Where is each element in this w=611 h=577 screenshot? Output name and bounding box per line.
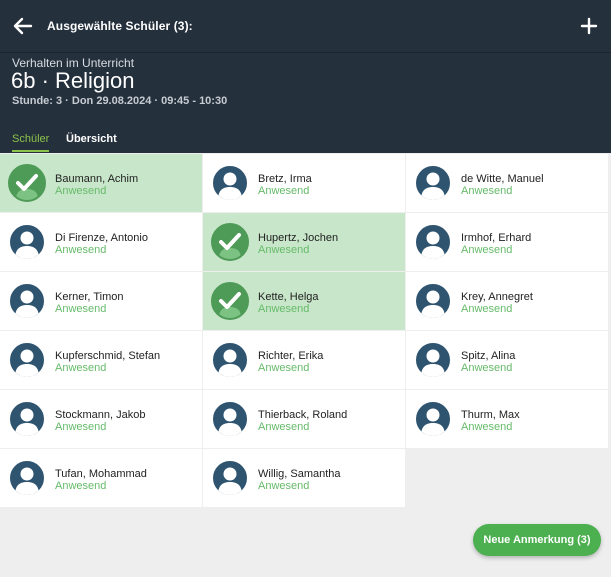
- top-app-bar: Ausgewählte Schüler (3):: [0, 0, 611, 52]
- person-avatar-icon: [414, 341, 452, 379]
- student-card[interactable]: Kette, Helga Anwesend: [203, 272, 405, 330]
- person-avatar-icon: [211, 341, 249, 379]
- student-name: Bretz, Irma: [258, 173, 312, 185]
- student-card[interactable]: Tufan, Mohammad Anwesend: [0, 449, 202, 507]
- attendance-status: Anwesend: [461, 362, 513, 374]
- person-avatar-icon: [8, 400, 46, 438]
- student-card[interactable]: Krey, Annegret Anwesend: [406, 272, 608, 330]
- student-card[interactable]: Kupferschmid, Stefan Anwesend: [0, 331, 202, 389]
- student-name: Stockmann, Jakob: [55, 409, 146, 421]
- attendance-status: Anwesend: [258, 362, 310, 374]
- student-name: Di Firenze, Antonio: [55, 232, 148, 244]
- attendance-status: Anwesend: [258, 303, 310, 315]
- student-name: Kerner, Timon: [55, 291, 124, 303]
- student-card[interactable]: Spitz, Alina Anwesend: [406, 331, 608, 389]
- back-arrow-icon[interactable]: [12, 15, 34, 37]
- plus-icon[interactable]: [579, 16, 599, 36]
- student-card[interactable]: Thurm, Max Anwesend: [406, 390, 608, 448]
- person-avatar-icon: [414, 400, 452, 438]
- student-card[interactable]: de Witte, Manuel Anwesend: [406, 154, 608, 212]
- student-name: Richter, Erika: [258, 350, 324, 362]
- tab-uebersicht[interactable]: Übersicht: [66, 133, 117, 150]
- student-name: de Witte, Manuel: [461, 173, 544, 185]
- lesson-header: Verhalten im Unterricht 6b · Religion St…: [0, 52, 611, 153]
- student-name: Kette, Helga: [258, 291, 319, 303]
- check-icon: [211, 282, 249, 320]
- attendance-status: Anwesend: [258, 185, 310, 197]
- attendance-status: Anwesend: [461, 303, 513, 315]
- student-name: Baumann, Achim: [55, 173, 139, 185]
- attendance-status: Anwesend: [461, 244, 513, 256]
- student-name: Hupertz, Jochen: [258, 232, 339, 244]
- selection-title: Ausgewählte Schüler (3):: [47, 19, 193, 33]
- student-card[interactable]: Stockmann, Jakob Anwesend: [0, 390, 202, 448]
- attendance-status: Anwesend: [55, 303, 107, 315]
- person-avatar-icon: [414, 164, 452, 202]
- attendance-status: Anwesend: [55, 185, 107, 197]
- attendance-status: Anwesend: [258, 244, 310, 256]
- person-avatar-icon: [414, 223, 452, 261]
- student-card[interactable]: Kerner, Timon Anwesend: [0, 272, 202, 330]
- attendance-status: Anwesend: [258, 480, 310, 492]
- student-name: Irmhof, Erhard: [461, 232, 532, 244]
- page-title: 6b · Religion: [11, 68, 135, 93]
- person-avatar-icon: [211, 164, 249, 202]
- person-avatar-icon: [211, 400, 249, 438]
- person-avatar-icon: [414, 282, 452, 320]
- student-name: Kupferschmid, Stefan: [55, 350, 161, 362]
- student-name: Spitz, Alina: [461, 350, 516, 362]
- student-card[interactable]: Richter, Erika Anwesend: [203, 331, 405, 389]
- student-card[interactable]: Bretz, Irma Anwesend: [203, 154, 405, 212]
- attendance-status: Anwesend: [55, 421, 107, 433]
- student-name: Thierback, Roland: [258, 409, 348, 421]
- attendance-status: Anwesend: [461, 185, 513, 197]
- student-name: Tufan, Mohammad: [55, 468, 147, 480]
- lesson-meta: Stunde: 3 · Don 29.08.2024 · 09:45 - 10:…: [12, 95, 228, 107]
- attendance-status: Anwesend: [55, 362, 107, 374]
- attendance-status: Anwesend: [258, 421, 310, 433]
- attendance-status: Anwesend: [461, 421, 513, 433]
- person-avatar-icon: [211, 459, 249, 497]
- student-card[interactable]: Irmhof, Erhard Anwesend: [406, 213, 608, 271]
- person-avatar-icon: [8, 459, 46, 497]
- student-card[interactable]: Willig, Samantha Anwesend: [203, 449, 405, 507]
- student-card[interactable]: Hupertz, Jochen Anwesend: [203, 213, 405, 271]
- attendance-status: Anwesend: [55, 480, 107, 492]
- person-avatar-icon: [8, 341, 46, 379]
- student-name: Thurm, Max: [461, 409, 520, 421]
- tab-schueler[interactable]: Schüler: [12, 133, 50, 152]
- check-icon: [8, 164, 46, 202]
- person-avatar-icon: [8, 282, 46, 320]
- student-card[interactable]: Thierback, Roland Anwesend: [203, 390, 405, 448]
- student-card[interactable]: Di Firenze, Antonio Anwesend: [0, 213, 202, 271]
- attendance-status: Anwesend: [55, 244, 107, 256]
- student-name: Krey, Annegret: [461, 291, 533, 303]
- student-card[interactable]: Baumann, Achim Anwesend: [0, 154, 202, 212]
- new-note-button[interactable]: Neue Anmerkung (3): [473, 524, 601, 556]
- student-name: Willig, Samantha: [258, 468, 341, 480]
- person-avatar-icon: [8, 223, 46, 261]
- check-icon: [211, 223, 249, 261]
